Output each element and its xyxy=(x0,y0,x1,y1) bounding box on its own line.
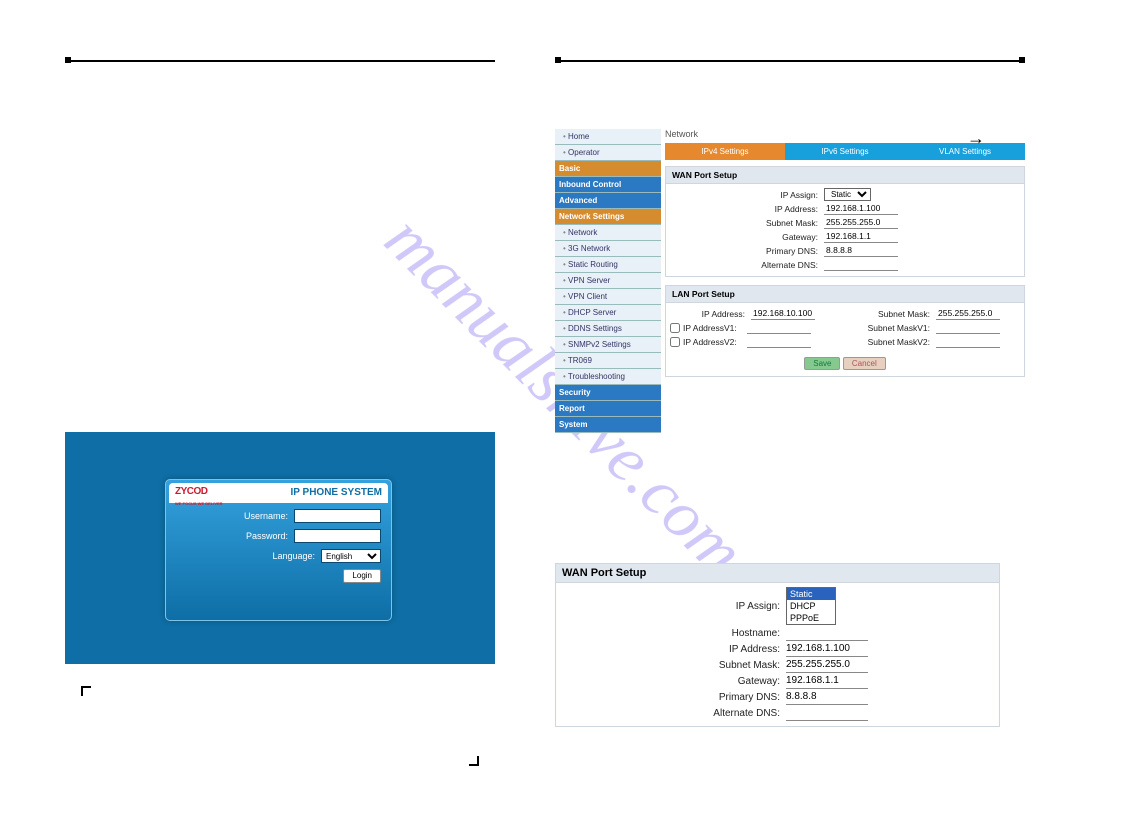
wan2-hostname-label: Hostname: xyxy=(560,628,786,639)
wan2-title: WAN Port Setup xyxy=(556,564,999,583)
sidebar-item-vpn-server[interactable]: VPN Server xyxy=(555,273,661,289)
wan2-pdns-value[interactable]: 8.8.8.8 xyxy=(786,690,868,705)
wan-ipassign-label: IP Assign: xyxy=(670,190,824,200)
sidebar-item-snmpv2-settings[interactable]: SNMPv2 Settings xyxy=(555,337,661,353)
wan2-ip-value[interactable]: 192.168.1.100 xyxy=(786,642,868,657)
sidebar-item-ddns-settings[interactable]: DDNS Settings xyxy=(555,321,661,337)
wan2-pdns-label: Primary DNS: xyxy=(560,692,786,703)
wan-adns-label: Alternate DNS: xyxy=(670,260,824,270)
wan-pdns-label: Primary DNS: xyxy=(670,246,824,256)
lan-ipv2-label: IP AddressV2: xyxy=(683,337,747,347)
lan-subnet-label: Subnet Mask: xyxy=(855,309,936,319)
username-label: Username: xyxy=(244,511,288,521)
lan-ipv2-value[interactable] xyxy=(747,335,811,348)
wan2-adns-label: Alternate DNS: xyxy=(560,708,786,719)
login-logo: ZYCOD xyxy=(175,486,208,497)
login-title: IP PHONE SYSTEM xyxy=(290,483,382,503)
lan-ip-label: IP Address: xyxy=(670,309,751,319)
wan2-opt-dhcp[interactable]: DHCP xyxy=(787,600,835,612)
lan-ip-value[interactable]: 192.168.10.100 xyxy=(751,307,815,320)
sidebar-item-3g-network[interactable]: 3G Network xyxy=(555,241,661,257)
sidebar-item-troubleshooting[interactable]: Troubleshooting xyxy=(555,369,661,385)
wan2-ipassign-dropdown[interactable]: Static DHCP PPPoE xyxy=(786,587,836,625)
lan-ipv1-value[interactable] xyxy=(747,321,811,334)
wan-panel-title: WAN Port Setup xyxy=(666,167,1024,184)
sidebar: HomeOperatorBasicInbound ControlAdvanced… xyxy=(555,129,661,433)
wan-gw-value[interactable]: 192.168.1.1 xyxy=(824,230,898,243)
lan-panel-title: LAN Port Setup xyxy=(666,286,1024,303)
sidebar-item-security[interactable]: Security xyxy=(555,385,661,401)
sidebar-item-static-routing[interactable]: Static Routing xyxy=(555,257,661,273)
sidebar-item-system[interactable]: System xyxy=(555,417,661,433)
wan-gw-label: Gateway: xyxy=(670,232,824,242)
wan2-subnet-value[interactable]: 255.255.255.0 xyxy=(786,658,868,673)
sidebar-item-network[interactable]: Network xyxy=(555,225,661,241)
wan2-panel: WAN Port Setup IP Assign: Static DHCP PP… xyxy=(555,563,1000,727)
sidebar-item-advanced[interactable]: Advanced xyxy=(555,193,661,209)
login-logo-subtitle: WE FOCUS WE DELIVER xyxy=(175,502,223,506)
sidebar-item-inbound-control[interactable]: Inbound Control xyxy=(555,177,661,193)
caption-placeholder xyxy=(65,686,495,766)
wan2-gw-label: Gateway: xyxy=(560,676,786,687)
sidebar-item-report[interactable]: Report xyxy=(555,401,661,417)
lan-panel: LAN Port Setup IP Address: 192.168.10.10… xyxy=(665,285,1025,377)
wan-subnet-value[interactable]: 255.255.255.0 xyxy=(824,216,898,229)
lan-ipv1-label: IP AddressV1: xyxy=(683,323,747,333)
wan2-gw-value[interactable]: 192.168.1.1 xyxy=(786,674,868,689)
wan-panel: WAN Port Setup IP Assign: Static IP Addr… xyxy=(665,166,1025,277)
wan-adns-value[interactable] xyxy=(824,258,898,271)
wan2-opt-static[interactable]: Static xyxy=(787,588,835,600)
lan-ipv1-checkbox[interactable] xyxy=(670,323,680,333)
wan2-adns-value[interactable] xyxy=(786,706,868,721)
arrow-icon: → xyxy=(555,128,1025,149)
wan-subnet-label: Subnet Mask: xyxy=(670,218,824,228)
lan-maskv1-value[interactable] xyxy=(936,321,1000,334)
sidebar-item-vpn-client[interactable]: VPN Client xyxy=(555,289,661,305)
password-label: Password: xyxy=(246,531,288,541)
wan-pdns-value[interactable]: 8.8.8.8 xyxy=(824,244,898,257)
save-button[interactable]: Save xyxy=(804,357,840,370)
wan2-ipassign-label: IP Assign: xyxy=(560,601,786,612)
sidebar-item-dhcp-server[interactable]: DHCP Server xyxy=(555,305,661,321)
lan-ipv2-checkbox[interactable] xyxy=(670,337,680,347)
sidebar-item-tr069[interactable]: TR069 xyxy=(555,353,661,369)
login-button[interactable]: Login xyxy=(343,569,381,583)
sidebar-item-basic[interactable]: Basic xyxy=(555,161,661,177)
wan2-subnet-label: Subnet Mask: xyxy=(560,660,786,671)
wan2-hostname-value[interactable] xyxy=(786,626,868,641)
lan-subnet-value[interactable]: 255.255.255.0 xyxy=(936,307,1000,320)
sidebar-item-network-settings[interactable]: Network Settings xyxy=(555,209,661,225)
username-input[interactable] xyxy=(294,509,381,523)
cancel-button[interactable]: Cancel xyxy=(843,357,886,370)
divider-left xyxy=(65,60,495,62)
wan-ipassign-select[interactable]: Static xyxy=(824,188,871,201)
wan-ip-label: IP Address: xyxy=(670,204,824,214)
lan-maskv2-label: Subnet MaskV2: xyxy=(855,337,936,347)
language-label: Language: xyxy=(272,551,315,561)
wan-ip-value[interactable]: 192.168.1.100 xyxy=(824,202,898,215)
wan2-opt-pppoe[interactable]: PPPoE xyxy=(787,612,835,624)
wan2-ip-label: IP Address: xyxy=(560,644,786,655)
lan-maskv2-value[interactable] xyxy=(936,335,1000,348)
language-select[interactable]: English xyxy=(321,549,381,563)
password-input[interactable] xyxy=(294,529,381,543)
login-screenshot: ZYCOD WE FOCUS WE DELIVER IP PHONE SYSTE… xyxy=(65,432,495,664)
divider-right xyxy=(555,60,1025,62)
lan-maskv1-label: Subnet MaskV1: xyxy=(855,323,936,333)
